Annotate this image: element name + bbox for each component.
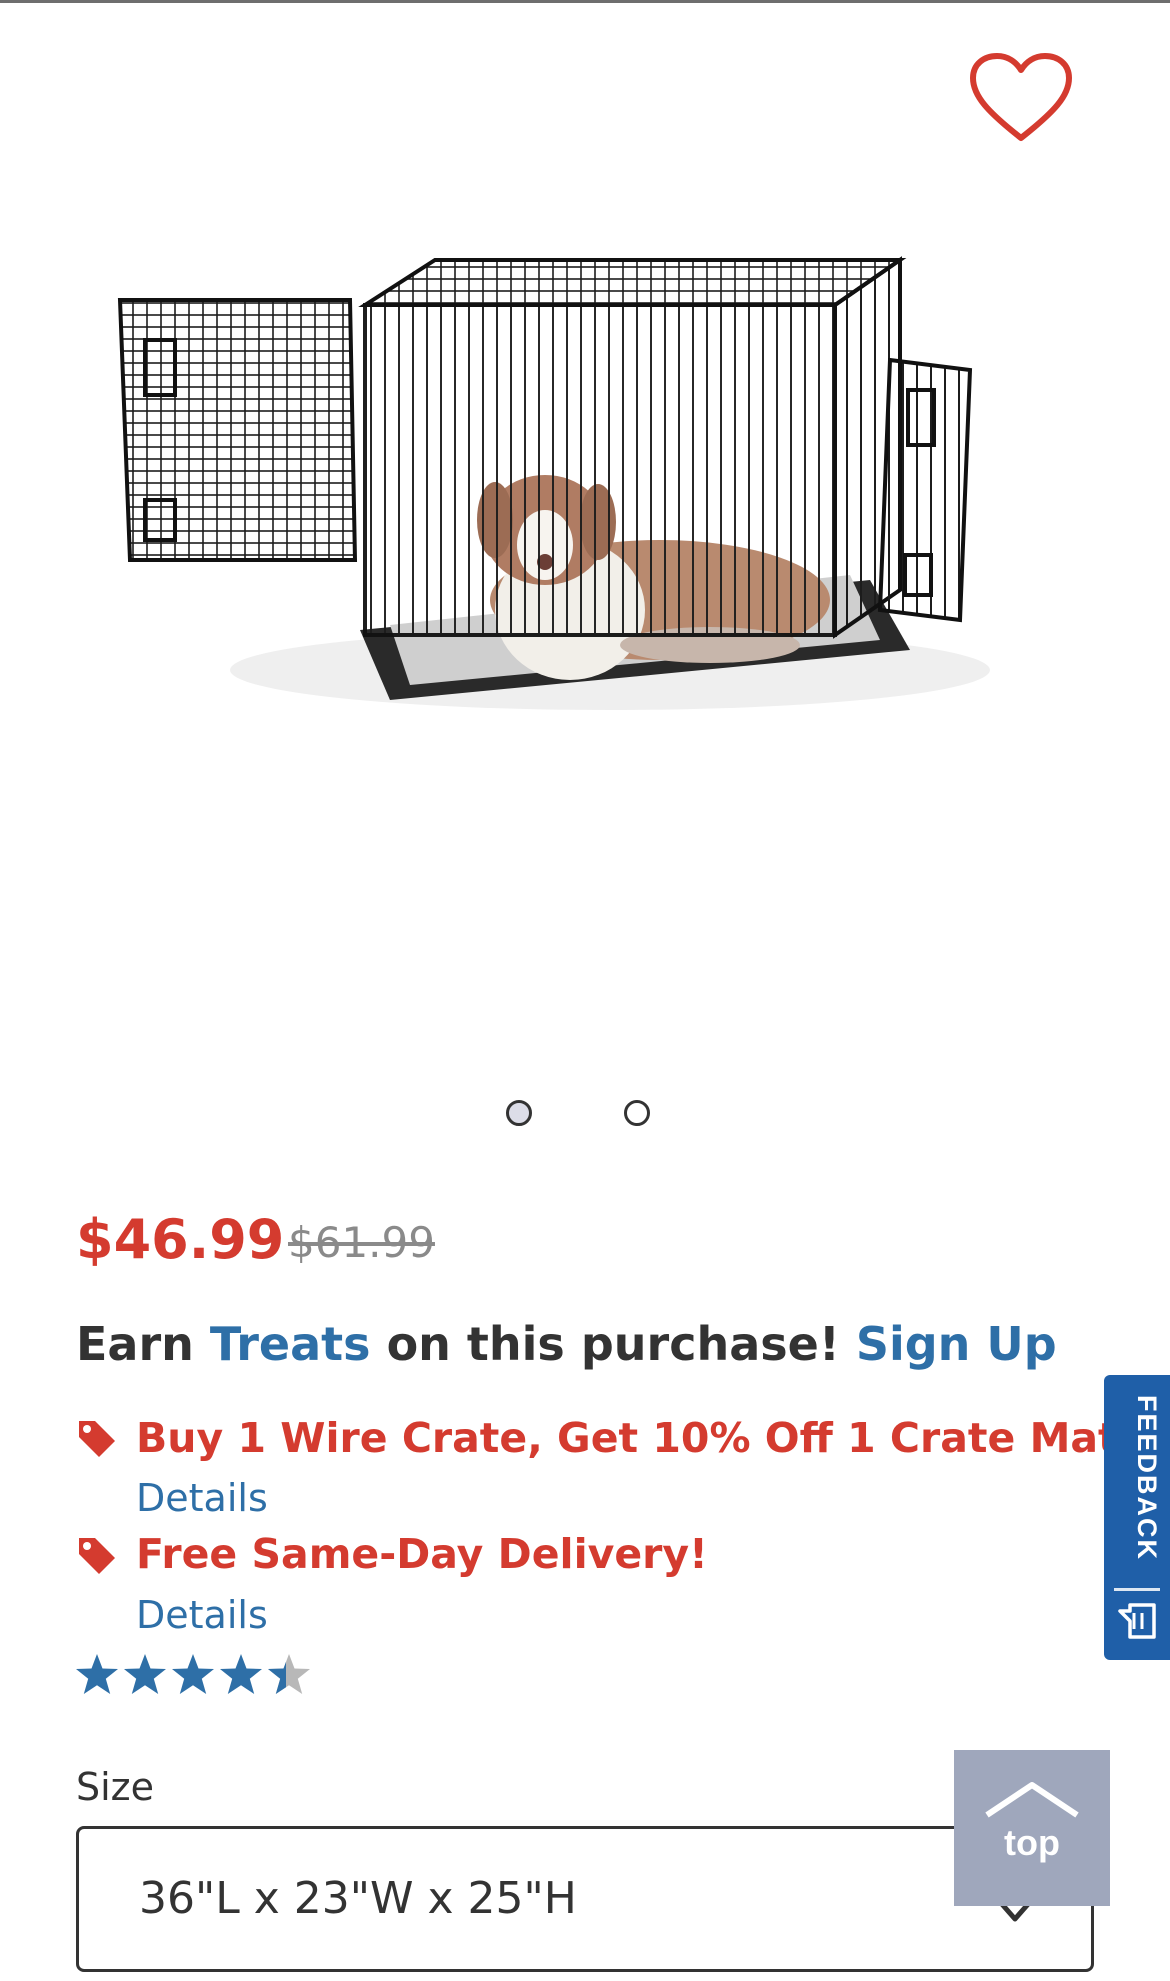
feedback-divider [1114,1588,1160,1591]
carousel-dot-1[interactable] [506,1100,532,1126]
earn-prefix: Earn [76,1317,194,1371]
half-star-icon [268,1654,310,1694]
favorite-heart-icon[interactable] [968,52,1074,144]
promo-details-link-1[interactable]: Details [136,1476,268,1520]
star-icon [220,1654,262,1694]
rating-stars[interactable] [74,1652,314,1698]
product-image[interactable] [90,230,1070,750]
star-icon [124,1654,166,1694]
chevron-up-icon [985,1782,1079,1818]
size-dropdown[interactable]: 36"L x 23"W x 25"H [76,1826,1094,1972]
promo-title-1: Buy 1 Wire Crate, Get 10% Off 1 Crate Ma… [136,1414,1118,1462]
original-price: $61.99 [288,1218,435,1267]
treats-link[interactable]: Treats [210,1317,371,1371]
size-selected-value: 36"L x 23"W x 25"H [139,1873,577,1924]
image-carousel-dots [0,1100,1170,1134]
earn-suffix: on this purchase! [386,1317,840,1371]
promo-title-2: Free Same-Day Delivery! [136,1530,708,1578]
star-icon [76,1654,118,1694]
back-to-top-button[interactable]: top [954,1750,1110,1906]
treats-rewards-banner: Earn Treats on this purchase! Sign Up [76,1314,1057,1374]
back-to-top-label: top [1004,1822,1060,1863]
sale-price: $46.99 [76,1208,285,1271]
top-divider [0,0,1170,3]
size-label: Size [76,1765,155,1809]
price-tag-icon [79,1538,115,1574]
star-icon [172,1654,214,1694]
sign-up-link[interactable]: Sign Up [856,1317,1057,1371]
feedback-label: FEEDBACK [1132,1395,1162,1562]
price-tag-icon [79,1421,115,1457]
chat-bubble-icon [1118,1603,1156,1639]
promo-details-link-2[interactable]: Details [136,1593,268,1637]
feedback-tab[interactable]: FEEDBACK [1104,1375,1170,1660]
carousel-dot-2[interactable] [624,1100,650,1126]
